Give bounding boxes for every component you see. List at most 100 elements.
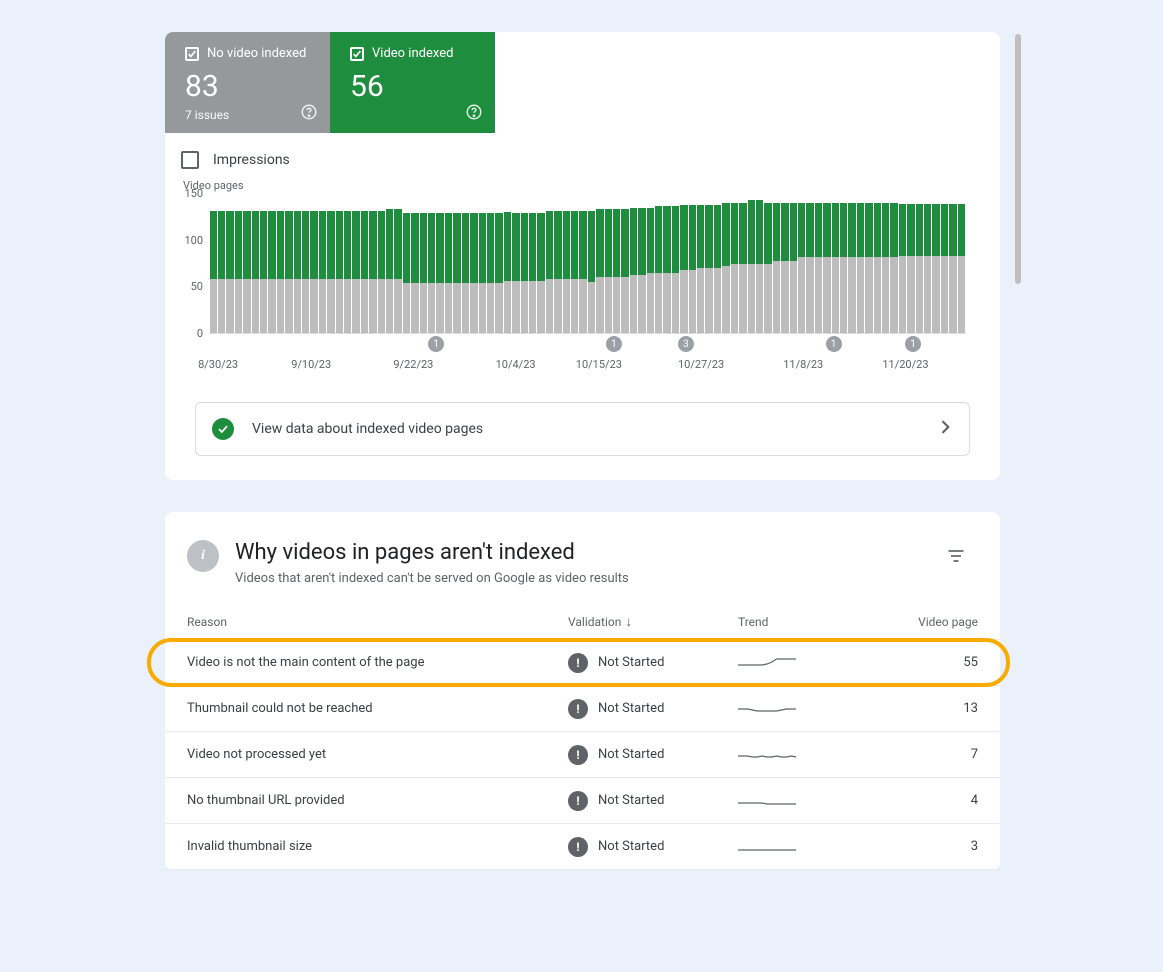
chart-bar[interactable]: [285, 194, 292, 333]
chart-bar[interactable]: [621, 194, 628, 333]
chart-bar[interactable]: [302, 194, 309, 333]
chart-bar[interactable]: [848, 194, 855, 333]
chart-bar[interactable]: [563, 194, 570, 333]
chart-bar[interactable]: [260, 194, 267, 333]
chart-bar[interactable]: [680, 194, 687, 333]
impressions-toggle[interactable]: Impressions: [165, 133, 1000, 169]
chart-marker[interactable]: 3: [678, 336, 694, 352]
chart-bar[interactable]: [529, 194, 536, 333]
chart-bar[interactable]: [403, 194, 410, 333]
chart-bar[interactable]: [773, 194, 780, 333]
chart-bar[interactable]: [495, 194, 502, 333]
chart-bar[interactable]: [487, 194, 494, 333]
chart-bar[interactable]: [790, 194, 797, 333]
th-video-page[interactable]: Video page: [888, 615, 978, 629]
chart-bar[interactable]: [226, 194, 233, 333]
chart-bar[interactable]: [579, 194, 586, 333]
chart-bar[interactable]: [722, 194, 729, 333]
chart-marker[interactable]: 1: [428, 336, 444, 352]
chart-bar[interactable]: [756, 194, 763, 333]
table-row[interactable]: No thumbnail URL provided!Not Started4: [165, 778, 1000, 824]
chart-bar[interactable]: [411, 194, 418, 333]
chart-bar[interactable]: [554, 194, 561, 333]
chart-bar[interactable]: [327, 194, 334, 333]
chart-bar[interactable]: [815, 194, 822, 333]
chart-bar[interactable]: [890, 194, 897, 333]
chart-bar[interactable]: [630, 194, 637, 333]
chart-bar[interactable]: [445, 194, 452, 333]
chart-bar[interactable]: [899, 194, 906, 333]
chart-bar[interactable]: [672, 194, 679, 333]
help-icon[interactable]: [300, 103, 318, 121]
chart-bar[interactable]: [546, 194, 553, 333]
chart-bar[interactable]: [781, 194, 788, 333]
chart-bar[interactable]: [235, 194, 242, 333]
chart-bar[interactable]: [655, 194, 662, 333]
chart-bar[interactable]: [386, 194, 393, 333]
chart-bar[interactable]: [596, 194, 603, 333]
view-indexed-data-button[interactable]: View data about indexed video pages: [195, 402, 970, 456]
th-reason[interactable]: Reason: [187, 615, 568, 629]
chart-marker[interactable]: 1: [606, 336, 622, 352]
filter-icon[interactable]: [940, 540, 972, 576]
chart-bar[interactable]: [647, 194, 654, 333]
chart-bar[interactable]: [521, 194, 528, 333]
chart-bar[interactable]: [907, 194, 914, 333]
scrollbar-thumb[interactable]: [1015, 34, 1021, 284]
chart-bar[interactable]: [613, 194, 620, 333]
chart-bar[interactable]: [924, 194, 931, 333]
chart-bar[interactable]: [840, 194, 847, 333]
chart-bar[interactable]: [739, 194, 746, 333]
chart-bar[interactable]: [537, 194, 544, 333]
chart-bar[interactable]: [210, 194, 217, 333]
chart-bar[interactable]: [268, 194, 275, 333]
table-row[interactable]: Thumbnail could not be reached!Not Start…: [165, 686, 1000, 732]
chart-bar[interactable]: [865, 194, 872, 333]
chart-bar[interactable]: [420, 194, 427, 333]
chart-bar[interactable]: [705, 194, 712, 333]
chart-bar[interactable]: [588, 194, 595, 333]
chart-bar[interactable]: [764, 194, 771, 333]
chart-bar[interactable]: [436, 194, 443, 333]
chart-bar[interactable]: [748, 194, 755, 333]
chart-bar[interactable]: [949, 194, 956, 333]
tile-video-indexed[interactable]: Video indexed 56: [330, 32, 495, 133]
chart-bar[interactable]: [319, 194, 326, 333]
table-row[interactable]: Invalid thumbnail size!Not Started3: [165, 824, 1000, 870]
chart-bar[interactable]: [453, 194, 460, 333]
chart-bar[interactable]: [806, 194, 813, 333]
chart-bar[interactable]: [361, 194, 368, 333]
chart-bar[interactable]: [512, 194, 519, 333]
chart-bar[interactable]: [941, 194, 948, 333]
chart-bar[interactable]: [336, 194, 343, 333]
chart-bar[interactable]: [638, 194, 645, 333]
chart-bar[interactable]: [252, 194, 259, 333]
chart-bar[interactable]: [504, 194, 511, 333]
checkbox-unchecked-icon[interactable]: [181, 151, 199, 169]
table-row[interactable]: Video is not the main content of the pag…: [165, 640, 1000, 686]
chart-bar[interactable]: [479, 194, 486, 333]
chart-plot[interactable]: [209, 194, 966, 334]
chart-bar[interactable]: [369, 194, 376, 333]
chart-bar[interactable]: [378, 194, 385, 333]
chart-bar[interactable]: [882, 194, 889, 333]
th-validation[interactable]: Validation ↓: [568, 613, 738, 630]
chart-bar[interactable]: [958, 194, 965, 333]
chart-bar[interactable]: [470, 194, 477, 333]
chart-bar[interactable]: [798, 194, 805, 333]
th-trend[interactable]: Trend: [738, 615, 888, 629]
table-row[interactable]: Video not processed yet!Not Started7: [165, 732, 1000, 778]
chart-bar[interactable]: [714, 194, 721, 333]
chart-bar[interactable]: [277, 194, 284, 333]
tile-no-video-indexed[interactable]: No video indexed 83 7 issues: [165, 32, 330, 133]
help-icon[interactable]: [465, 103, 483, 121]
chart-bar[interactable]: [344, 194, 351, 333]
chart-marker[interactable]: 1: [905, 336, 921, 352]
chart-bar[interactable]: [218, 194, 225, 333]
chart-bar[interactable]: [310, 194, 317, 333]
chart-bar[interactable]: [857, 194, 864, 333]
chart-marker[interactable]: 1: [826, 336, 842, 352]
chart-bar[interactable]: [823, 194, 830, 333]
scrollbar[interactable]: [1015, 32, 1023, 972]
chart-bar[interactable]: [605, 194, 612, 333]
